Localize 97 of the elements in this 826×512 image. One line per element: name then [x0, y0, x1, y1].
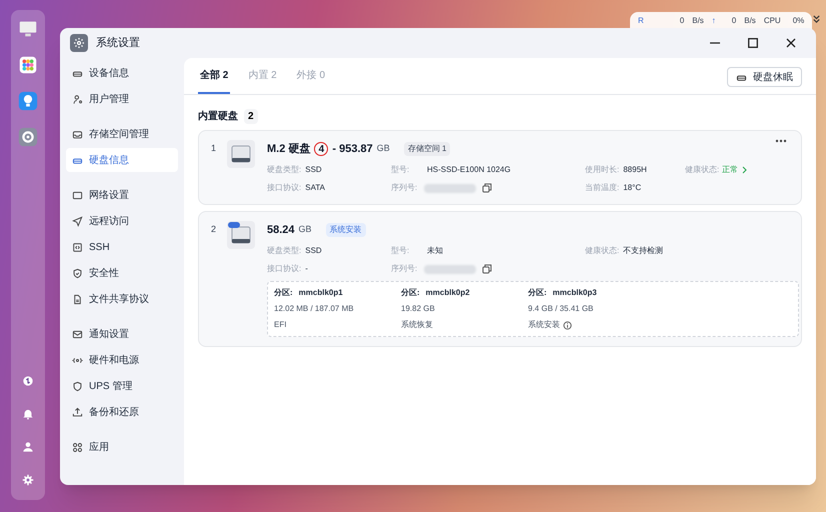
field-label: 接口协议:	[267, 182, 302, 194]
field-value: -	[305, 263, 308, 275]
mail-icon	[72, 328, 83, 340]
chevron-icon	[742, 166, 748, 174]
partition-usage: 12.02 MB / 187.07 MB	[274, 303, 355, 315]
field-label: 序列号:	[391, 263, 418, 275]
field-value: SATA	[305, 182, 325, 194]
sidebar-item[interactable]: 设备信息	[66, 61, 178, 85]
upload-value: 0	[732, 15, 736, 27]
partition-label: 分区:	[401, 287, 420, 299]
field-label: 型号:	[391, 245, 410, 257]
size-unit: GB	[376, 142, 390, 156]
field-label: 使用时长:	[585, 164, 620, 176]
field-label: 当前温度:	[585, 182, 620, 194]
partition-name: mmcblk0p2	[426, 287, 470, 299]
sidebar-item[interactable]: SSH	[66, 235, 178, 259]
paper-plane-icon	[72, 216, 83, 226]
redacted-value	[424, 184, 476, 192]
info-icon[interactable]	[563, 320, 572, 330]
partition-purpose: 系统安装	[528, 319, 560, 331]
code-icon	[72, 242, 83, 252]
section-title: 内置硬盘	[198, 110, 238, 124]
unit-label: B/s	[692, 15, 704, 27]
shield-icon	[72, 380, 83, 392]
read-value: 0	[680, 15, 684, 27]
sidebar-item[interactable]: 通知设置	[66, 322, 178, 346]
field-label: 硬盘类型:	[267, 245, 302, 257]
partition-usage: 19.82 GB	[401, 303, 436, 315]
partition-name: mmcblk0p1	[298, 287, 343, 299]
field-label: 型号:	[391, 164, 410, 176]
ssd-icon	[227, 140, 255, 168]
field-value: 不支持检测	[623, 245, 664, 257]
count-badge: 2	[244, 109, 258, 124]
partition-usage: 9.4 GB / 35.41 GB	[528, 303, 594, 315]
tab[interactable]: 全部 2	[198, 58, 230, 94]
field-value: SSD	[305, 164, 322, 176]
disk-size: - 953.87	[332, 142, 373, 157]
user-icon	[72, 94, 83, 104]
sidebar-item[interactable]: 备份和还原	[66, 400, 178, 424]
sidebar-item[interactable]: 安全性	[66, 261, 178, 285]
field-label: 接口协议:	[267, 263, 302, 275]
upload-icon: ↑	[712, 15, 716, 27]
partition-label: 分区:	[274, 287, 293, 299]
cpu-value: 0%	[792, 15, 804, 27]
tag: 系统安装	[326, 223, 366, 237]
disk-name: M.2 硬盘	[267, 142, 310, 157]
bell-icon[interactable]	[21, 407, 35, 421]
field-value: HS-SSD-E100N 1024G	[427, 164, 511, 176]
tag: 存储空间 1	[404, 142, 450, 156]
tray-icon	[72, 128, 83, 140]
sidebar-item[interactable]: UPS 管理	[66, 374, 178, 398]
sleep-button[interactable]: 硬盘休眠	[727, 67, 802, 87]
lightbulb-icon[interactable]	[17, 90, 39, 112]
sidebar-item[interactable]: 远程访问	[66, 209, 178, 233]
field-value: 未知	[427, 245, 443, 257]
sidebar-item[interactable]: 应用	[66, 435, 178, 459]
more-icon[interactable]	[775, 139, 787, 143]
field-value: 8895H	[623, 164, 647, 176]
slot-number: 4	[314, 142, 328, 156]
sidebar-item[interactable]: 网络设置	[66, 183, 178, 207]
field-label: 硬盘类型:	[267, 164, 302, 176]
copy-icon[interactable]	[482, 264, 492, 274]
read-label: R	[638, 15, 644, 27]
disk-size: 58.24	[267, 222, 295, 238]
redacted-value	[424, 264, 476, 274]
sidebar-item[interactable]: 硬件和电源	[66, 348, 178, 372]
ssd-badge-icon	[227, 221, 255, 249]
unit-label: B/s	[744, 15, 756, 27]
user-icon[interactable]	[21, 440, 35, 454]
field-label: 序列号:	[391, 182, 418, 194]
row-index: 1	[211, 142, 218, 155]
field-value: SSD	[305, 245, 322, 257]
cpu-label: CPU	[764, 15, 781, 27]
field-value: 18°C	[623, 182, 642, 194]
apps-icon	[72, 442, 83, 452]
apps-grid-icon[interactable]	[17, 54, 39, 76]
maximize-icon	[748, 38, 758, 48]
upload-tray-icon	[72, 406, 83, 418]
window-title: 系统设置	[96, 36, 140, 51]
window-icon	[72, 190, 83, 200]
partition-purpose: EFI	[274, 319, 286, 331]
row-index: 2	[211, 223, 218, 236]
copy-icon[interactable]	[482, 183, 492, 193]
partition-purpose: 系统恢复	[401, 319, 433, 331]
close-icon	[786, 38, 796, 48]
field-label: 健康状态:	[585, 245, 620, 257]
field-label: 健康状态:	[685, 164, 720, 176]
shield-check-icon	[72, 268, 83, 278]
expand-icon[interactable]	[812, 15, 822, 24]
partition-name: mmcblk0p3	[552, 287, 597, 299]
partition-label: 分区:	[528, 287, 547, 299]
sidebar-item[interactable]: 文件共享协议	[66, 287, 178, 311]
document-icon	[72, 294, 83, 304]
size-unit: GB	[298, 223, 312, 236]
sidebar-item[interactable]: 硬盘信息	[66, 148, 178, 172]
sidebar-item[interactable]: 用户管理	[66, 87, 178, 111]
sidebar-item[interactable]: 存储空间管理	[66, 122, 178, 146]
